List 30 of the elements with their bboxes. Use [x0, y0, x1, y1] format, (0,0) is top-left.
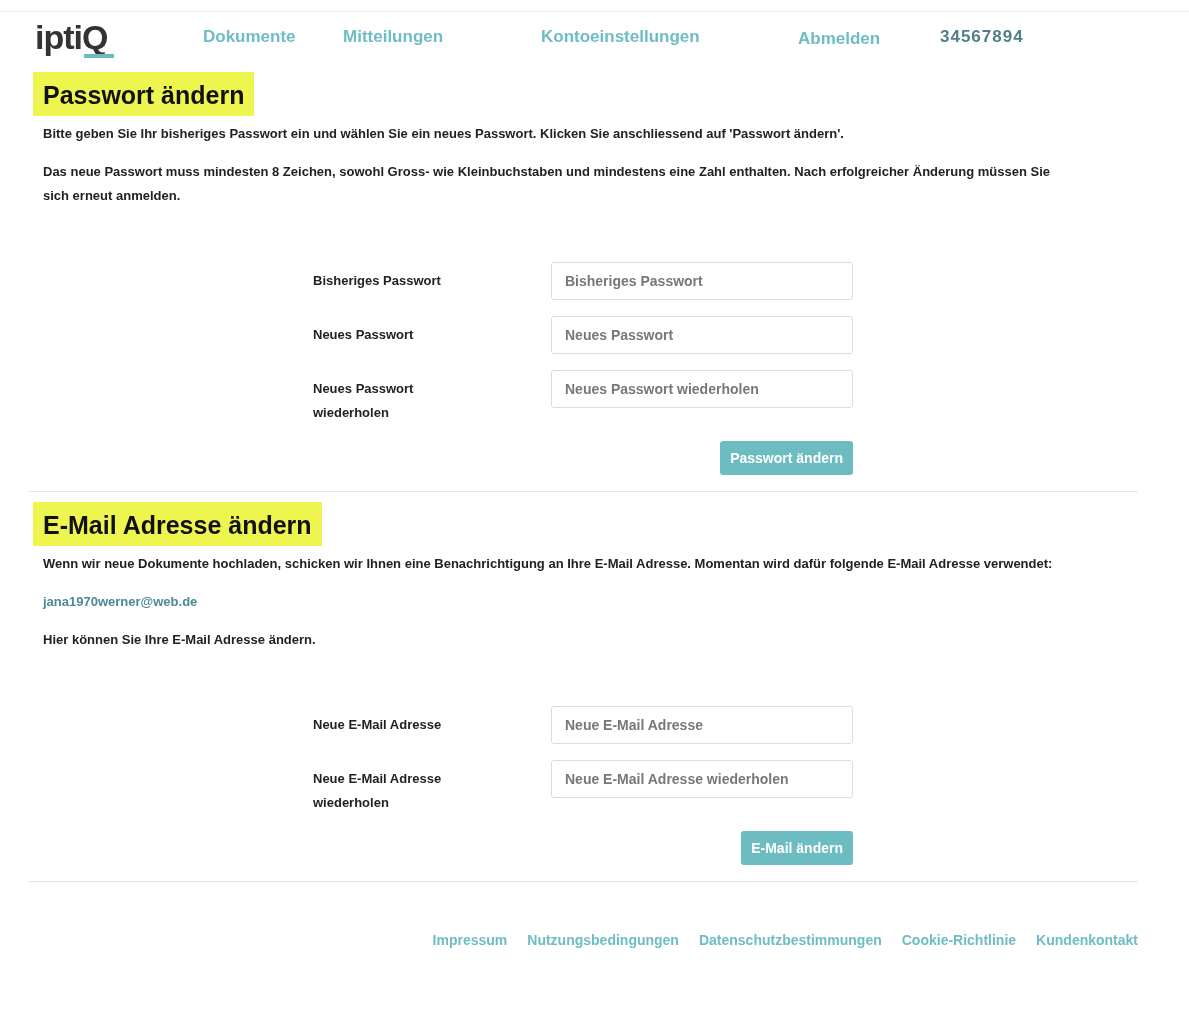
paragraph: Hier können Sie Ihre E-Mail Adresse ändern. [43, 631, 317, 649]
section-heading: E-Mail Adresse ändern [33, 502, 322, 546]
section-heading: Passwort ändern [33, 72, 255, 116]
field-label: Neue E-Mail Adresse wiederholen [313, 770, 443, 812]
nav-link[interactable]: Abmelden [798, 26, 940, 52]
input-field[interactable]: Neue E-Mail Adresse wiederholen [551, 760, 853, 798]
footer-link[interactable]: Kundenkontakt [1036, 930, 1138, 951]
footer-link[interactable]: Impressum [432, 930, 508, 951]
email-link[interactable]: jana1970werner@web.de [43, 594, 198, 609]
footer-link[interactable]: Datenschutzbestimmungen [698, 930, 882, 951]
footer-link[interactable]: Nutzungsbedingungen [527, 930, 679, 951]
paragraph: Wenn wir neue Dokumente hochladen, schicken wir Ihnen eine Benachrichtigung an Ihre E-Mail Adresse. Momentan wird dafür folgende E-Mail Adresse verwendet: [43, 555, 1054, 573]
account-number: 34567894 [940, 26, 1024, 49]
paragraph: Das neue Passwort muss mindesten 8 Zeichen, sowohl Gross- wie Kleinbuchstaben und mindestens eine Zahl enthalten. Nach erfolgreicher Änderung müssen Sie sich erneut anmelden. [43, 163, 1052, 205]
input-field[interactable]: Neue E-Mail Adresse [551, 706, 853, 744]
field-label: Bisheriges Passwort [313, 272, 442, 290]
input-field[interactable]: Neues Passwort wiederholen [551, 370, 853, 408]
field-label: Neues Passwort [313, 326, 415, 344]
submit-button[interactable]: E-Mail ändern [741, 831, 853, 865]
nav-link[interactable]: Kontoeinstellungen [541, 24, 798, 50]
input-field[interactable]: Neues Passwort [551, 316, 853, 354]
input-field[interactable]: Bisheriges Passwort [551, 262, 853, 300]
footer-link[interactable]: Cookie-Richtlinie [901, 930, 1017, 951]
field-label: Neues Passwort wiederholen [313, 380, 415, 422]
paragraph: Bitte geben Sie Ihr bisheriges Passwort ein und wählen Sie ein neues Passwort. Klicken Sie anschliessend auf 'Passwort ändern'. [43, 125, 845, 143]
submit-button[interactable]: Passwort ändern [720, 441, 853, 475]
field-label: Neue E-Mail Adresse [313, 716, 443, 734]
nav-link[interactable]: Mitteilungen [343, 24, 541, 50]
nav-link[interactable]: Dokumente [203, 24, 343, 50]
logo: iptiQ [35, 17, 108, 56]
